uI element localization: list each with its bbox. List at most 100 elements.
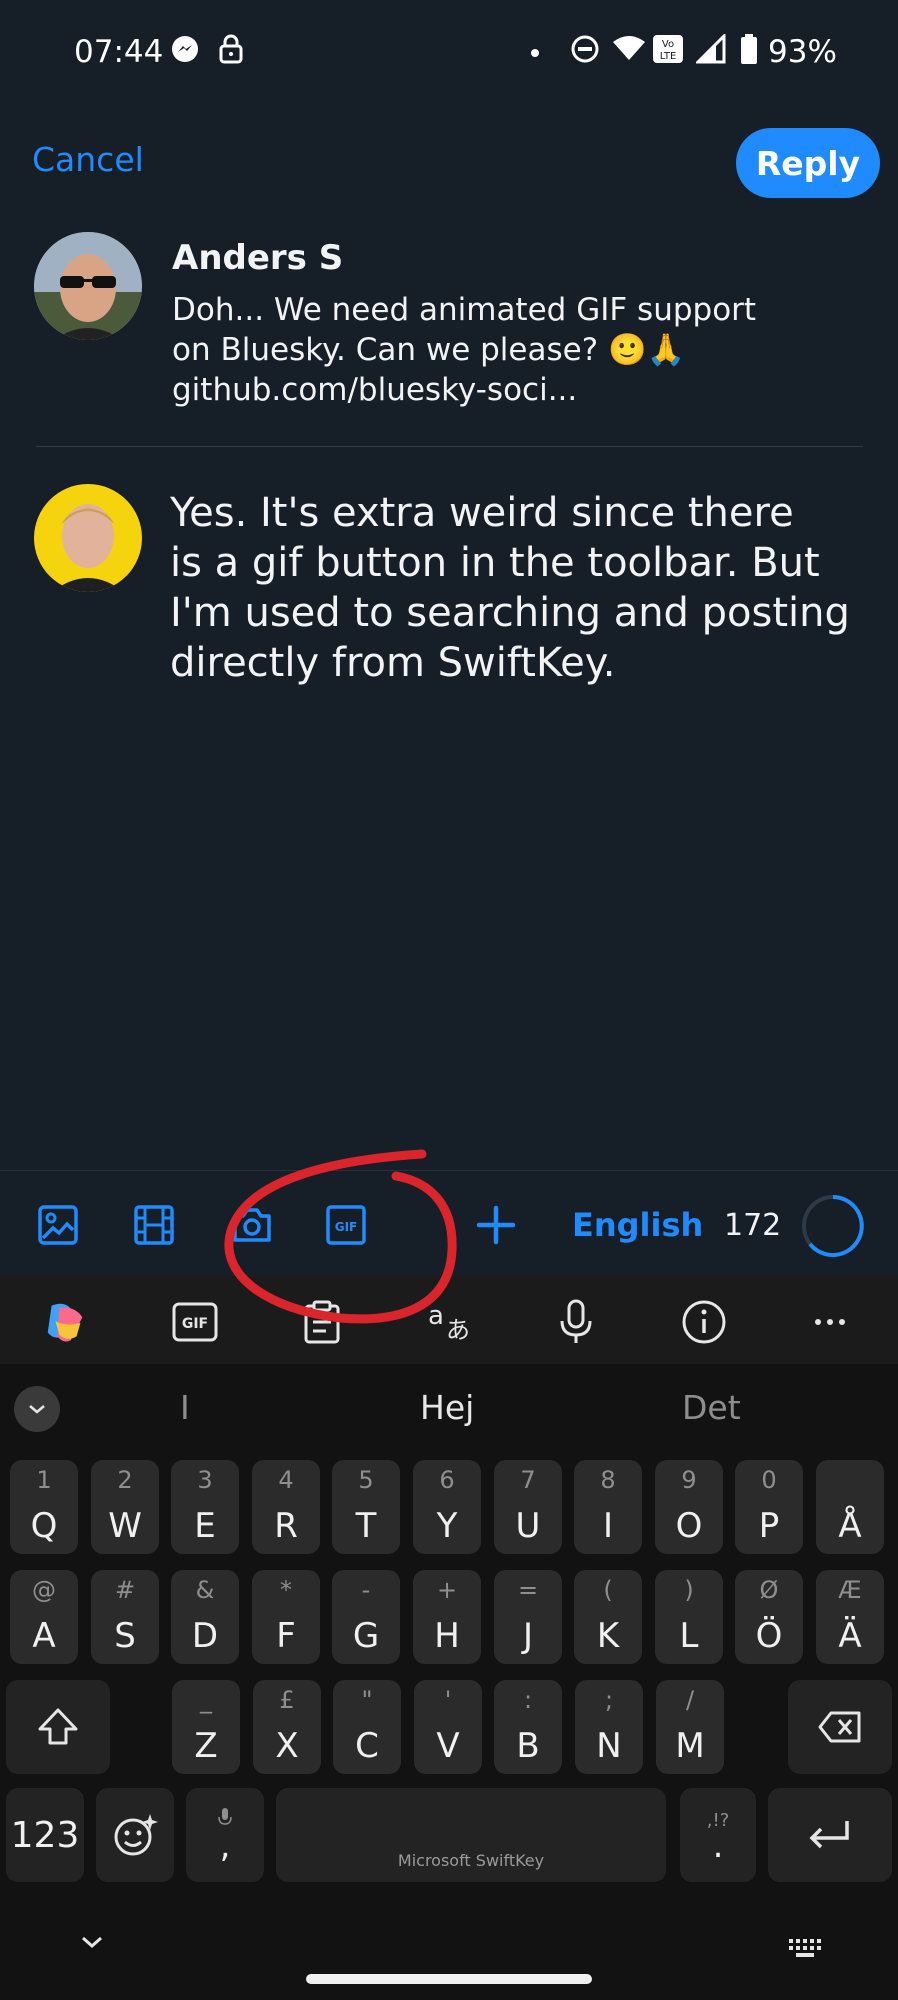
key-i[interactable]: 8I	[574, 1460, 642, 1554]
key-x[interactable]: £ X	[253, 1680, 321, 1774]
key-label: A	[32, 1616, 56, 1656]
key-w[interactable]: 2W	[91, 1460, 159, 1554]
copilot-icon[interactable]	[42, 1298, 90, 1346]
space-key[interactable]: Microsoft SwiftKey	[276, 1788, 666, 1882]
key-label: X	[275, 1726, 299, 1766]
key-hint: (	[603, 1576, 613, 1604]
keyboard-switch-icon[interactable]	[788, 1938, 822, 1962]
key-hint: "	[361, 1686, 373, 1714]
translate-icon[interactable]: aあ	[424, 1298, 478, 1346]
quoted-post-line: Doh... We need animated GIF support	[172, 292, 757, 328]
key-label: F	[276, 1616, 296, 1656]
more-icon[interactable]	[806, 1298, 854, 1346]
key-å[interactable]: Å	[816, 1460, 884, 1554]
key-p[interactable]: 0P	[735, 1460, 803, 1554]
keyboard-gif-button[interactable]: GIF	[170, 1298, 220, 1346]
video-icon[interactable]	[132, 1203, 176, 1247]
suggestion-3[interactable]: Det	[682, 1388, 741, 1427]
key-h[interactable]: + H	[413, 1570, 481, 1664]
cancel-button[interactable]: Cancel	[32, 140, 144, 179]
key-s[interactable]: # S	[91, 1570, 159, 1664]
key-k[interactable]: (K	[574, 1570, 642, 1664]
key-c[interactable]: " C	[333, 1680, 401, 1774]
key-hint: #	[114, 1576, 136, 1604]
enter-key[interactable]	[768, 1788, 892, 1882]
numbers-key[interactable]: 123	[6, 1788, 84, 1882]
compose-line: is a gif button in the toolbar. But	[170, 540, 820, 586]
key-label: D	[191, 1616, 219, 1656]
key-label: Å	[838, 1506, 862, 1546]
add-icon[interactable]	[474, 1203, 518, 1247]
key-o[interactable]: 9O	[655, 1460, 723, 1554]
char-count: 172	[724, 1208, 782, 1243]
backspace-key[interactable]	[788, 1680, 892, 1774]
key-r[interactable]: 4R	[252, 1460, 320, 1554]
key-n[interactable]: ; N	[575, 1680, 643, 1774]
key-hint: _	[200, 1686, 212, 1714]
key-d[interactable]: & D	[171, 1570, 239, 1664]
key-z[interactable]: _ Z	[172, 1680, 240, 1774]
key-hint: @	[32, 1576, 56, 1604]
microphone-icon[interactable]	[552, 1298, 600, 1346]
key-label: N	[596, 1726, 622, 1766]
comma-key[interactable]: ,	[186, 1788, 264, 1882]
camera-icon[interactable]	[230, 1203, 274, 1247]
key-hint: :	[523, 1686, 533, 1714]
key-hint: *	[280, 1576, 292, 1604]
key-j[interactable]: = J	[494, 1570, 562, 1664]
info-icon[interactable]	[680, 1298, 728, 1346]
key-hint: &	[195, 1576, 215, 1604]
lock-icon	[218, 34, 244, 64]
quoted-author-name: Anders S	[172, 238, 344, 278]
key-t[interactable]: 5T	[332, 1460, 400, 1554]
gif-icon[interactable]: GIF	[324, 1203, 368, 1247]
shift-key[interactable]	[6, 1680, 110, 1774]
hide-keyboard-icon[interactable]	[80, 1934, 104, 1953]
quoted-post-line: on Bluesky. Can we please? 🙂🙏	[172, 332, 686, 368]
key-g[interactable]: -G	[332, 1570, 400, 1664]
key-v[interactable]: ' V	[414, 1680, 482, 1774]
key-a[interactable]: @ A	[10, 1570, 78, 1664]
key-u[interactable]: 7U	[494, 1460, 562, 1554]
quoted-author-avatar[interactable]	[34, 232, 142, 340]
clipboard-icon[interactable]	[298, 1298, 346, 1346]
key-ö[interactable]: ØÖ	[735, 1570, 803, 1664]
key-l[interactable]: ) L	[655, 1570, 723, 1664]
period-key[interactable]: ,!? .	[680, 1788, 756, 1882]
home-indicator[interactable]	[306, 1974, 592, 1984]
image-icon[interactable]	[36, 1203, 80, 1247]
key-m[interactable]: / M	[656, 1680, 724, 1774]
suggestion-1[interactable]: I	[180, 1388, 190, 1427]
compose-text-input[interactable]: Yes. It's extra weird since there is a g…	[170, 488, 870, 688]
key-label: B	[516, 1726, 540, 1766]
divider	[36, 446, 863, 447]
reply-button[interactable]: Reply	[736, 128, 880, 198]
key-hint: 6	[439, 1466, 455, 1494]
key-hint: =	[517, 1576, 539, 1604]
key-f[interactable]: * F	[252, 1570, 320, 1664]
key-y[interactable]: 6Y	[413, 1460, 481, 1554]
key-hint: £	[279, 1686, 295, 1714]
language-selector[interactable]: English	[572, 1206, 703, 1244]
key-hint: 8	[600, 1466, 616, 1494]
emoji-icon[interactable]	[96, 1788, 174, 1882]
key-label: Y	[436, 1506, 458, 1546]
key-label: O	[675, 1506, 703, 1546]
user-avatar	[34, 484, 142, 592]
collapse-suggestions-icon[interactable]	[14, 1386, 60, 1432]
space-key-label: Microsoft SwiftKey	[397, 1850, 545, 1870]
key-hint: 0	[761, 1466, 777, 1494]
key-b[interactable]: :B	[494, 1680, 562, 1774]
key-ä[interactable]: ÆÄ	[816, 1570, 884, 1664]
key-q[interactable]: 1Q	[10, 1460, 78, 1554]
messenger-icon	[170, 34, 200, 64]
period-label: .	[712, 1825, 724, 1866]
key-hint: 7	[520, 1466, 536, 1494]
battery-percent: 93%	[768, 34, 837, 70]
key-hint: 3	[197, 1466, 213, 1494]
keyboard-gif-label: GIF	[182, 1316, 208, 1332]
key-e[interactable]: 3E	[171, 1460, 239, 1554]
suggestion-2[interactable]: Hej	[420, 1388, 474, 1427]
key-label: Ö	[755, 1616, 783, 1656]
quoted-post-link[interactable]: github.com/bluesky-soci...	[172, 370, 822, 410]
